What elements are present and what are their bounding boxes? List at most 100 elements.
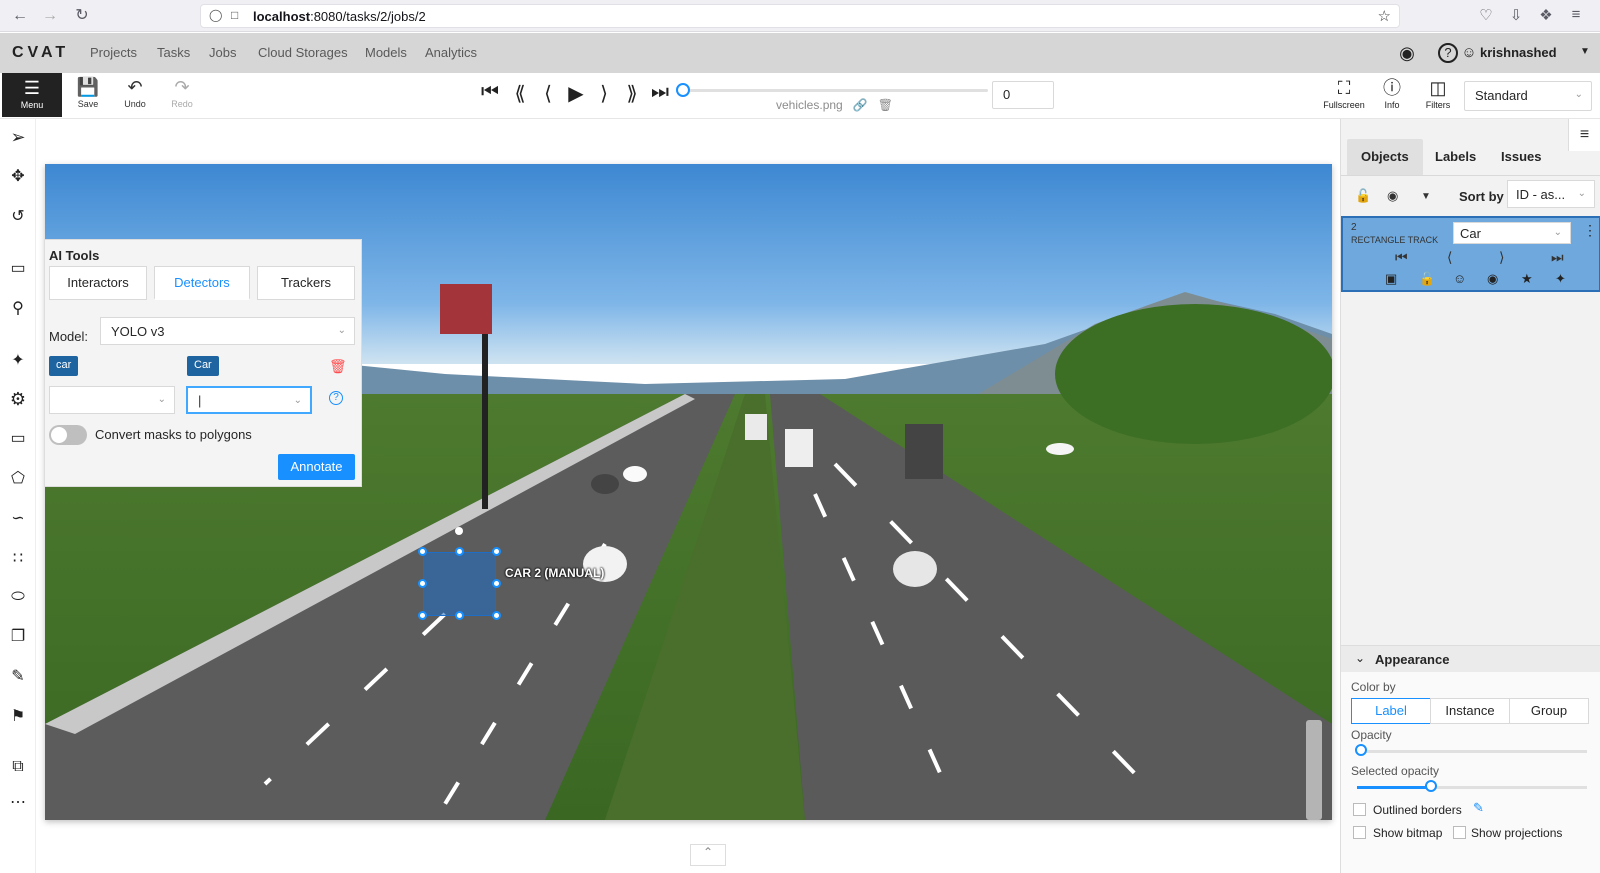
rectangle-icon[interactable]: ▭ xyxy=(6,427,30,451)
user-name[interactable]: krishnashed xyxy=(1480,45,1557,60)
tab-interactors[interactable]: Interactors xyxy=(49,266,147,300)
lock-all-icon[interactable]: 🔓 xyxy=(1355,188,1371,204)
pin-icon[interactable]: ✦ xyxy=(1555,271,1566,287)
bookmark-star-icon[interactable]: ☆ xyxy=(1378,7,1391,25)
first-keyframe-icon[interactable]: ⏮ xyxy=(1395,249,1408,266)
bbox-handle-t[interactable] xyxy=(455,547,464,556)
color-by-group-option[interactable]: Group xyxy=(1509,698,1589,724)
redo-button[interactable]: ↷ Redo xyxy=(162,75,202,115)
visibility-icon[interactable]: ◉ xyxy=(1487,271,1498,287)
first-frame-icon[interactable]: ⏮ xyxy=(476,81,504,104)
help-icon[interactable]: ? xyxy=(1438,43,1458,63)
more-icon[interactable]: ⋯ xyxy=(6,791,30,815)
tab-objects[interactable]: Objects xyxy=(1347,139,1423,175)
sort-select[interactable]: ID - as... ⌄ xyxy=(1507,180,1595,208)
cursor-icon[interactable]: ➢ xyxy=(6,125,30,149)
outlined-borders-checkbox[interactable] xyxy=(1353,803,1366,816)
nav-cloud-storages[interactable]: Cloud Storages xyxy=(258,45,348,60)
collapse-bottom-icon[interactable]: ⌃ xyxy=(690,844,726,866)
object-card[interactable]: 2 RECTANGLE TRACK Car ⌄ ⋮ ⏮ ⟨ ⟩ ⏭ ▣ 🔓 ☺ … xyxy=(1341,216,1600,292)
bbox-handle-br[interactable] xyxy=(492,611,501,620)
show-bitmap-checkbox[interactable] xyxy=(1353,826,1366,839)
user-dropdown-icon[interactable]: ▼ xyxy=(1580,46,1590,57)
last-frame-icon[interactable]: ⏭ xyxy=(646,81,674,104)
bbox-handle-l[interactable] xyxy=(418,579,427,588)
ellipse-icon[interactable]: ⬭ xyxy=(6,585,30,609)
caret-down-icon[interactable]: ▼ xyxy=(1421,191,1431,202)
collapse-sidebar-icon[interactable]: ≡ xyxy=(1568,119,1600,151)
ai-tools-icon[interactable]: ⚙ xyxy=(6,387,30,411)
filters-button[interactable]: ◫ Filters xyxy=(1416,76,1460,110)
previous-frame-icon[interactable]: ⟨ xyxy=(534,81,562,106)
frame-number-input[interactable]: 0 xyxy=(992,81,1054,109)
last-keyframe-icon[interactable]: ⏭ xyxy=(1551,249,1564,266)
polyline-icon[interactable]: ∽ xyxy=(6,507,30,531)
copy-link-icon[interactable]: 🔗 xyxy=(853,98,868,112)
page-info-icon[interactable]: □ xyxy=(231,8,238,22)
polygon-icon[interactable]: ⬠ xyxy=(6,467,30,491)
color-by-label-option[interactable]: Label xyxy=(1351,698,1431,724)
frame-slider-handle[interactable] xyxy=(676,83,690,97)
undo-button[interactable]: ↶ Undo xyxy=(115,75,155,115)
canvas-scroll-indicator[interactable] xyxy=(1306,720,1322,820)
brush-icon[interactable]: ✎ xyxy=(6,665,30,689)
tag-icon[interactable]: ⚑ xyxy=(6,705,30,729)
trash-icon[interactable]: 🗑 xyxy=(329,358,347,375)
object-label-select[interactable]: Car ⌄ xyxy=(1453,222,1571,244)
more-vertical-icon[interactable]: ⋮ xyxy=(1583,222,1597,239)
nav-tasks[interactable]: Tasks xyxy=(157,45,190,60)
magic-wand-icon[interactable]: ✦ xyxy=(6,349,30,373)
forward-icon[interactable]: → xyxy=(40,6,60,26)
info-button[interactable]: ⓘ Info xyxy=(1370,76,1414,110)
download-icon[interactable]: ⇩ xyxy=(1506,6,1526,24)
fast-backward-icon[interactable]: ⟪ xyxy=(506,81,534,106)
opacity-slider-track[interactable] xyxy=(1357,750,1587,753)
nav-models[interactable]: Models xyxy=(365,45,407,60)
cvat-logo[interactable]: CVAT xyxy=(12,44,69,62)
tab-trackers[interactable]: Trackers xyxy=(257,266,355,300)
frame-slider-track[interactable] xyxy=(683,89,988,92)
question-icon[interactable]: ? xyxy=(329,391,343,405)
tab-issues[interactable]: Issues xyxy=(1487,139,1555,175)
address-bar[interactable]: ◯ □ localhost:8080/tasks/2/jobs/2 ☆ xyxy=(200,4,1400,28)
tab-labels[interactable]: Labels xyxy=(1421,139,1490,175)
rotate-icon[interactable]: ↺ xyxy=(6,205,30,229)
extensions-icon[interactable]: ❖ xyxy=(1536,6,1556,24)
eye-all-icon[interactable]: ◉ xyxy=(1387,188,1398,204)
github-icon[interactable]: ◉ xyxy=(1396,42,1418,64)
fullscreen-button[interactable]: ⛶ Fullscreen xyxy=(1322,76,1366,110)
bbox-handle-tr[interactable] xyxy=(492,547,501,556)
rotation-handle[interactable] xyxy=(455,527,463,535)
annotate-button[interactable]: Annotate xyxy=(278,454,355,480)
nav-jobs[interactable]: Jobs xyxy=(209,45,236,60)
play-icon[interactable]: ▶ xyxy=(562,81,590,106)
bbox-handle-b[interactable] xyxy=(455,611,464,620)
opacity-slider-knob[interactable] xyxy=(1355,744,1367,756)
convert-masks-toggle[interactable] xyxy=(49,425,87,445)
merge-icon[interactable]: ⧉ xyxy=(6,755,30,779)
show-projections-checkbox[interactable] xyxy=(1453,826,1466,839)
cuboid-icon[interactable]: ❐ xyxy=(6,625,30,649)
bbox-handle-r[interactable] xyxy=(492,579,501,588)
workspace-select[interactable]: Standard ⌄ xyxy=(1464,81,1592,111)
next-frame-icon[interactable]: ⟩ xyxy=(590,81,618,106)
lock-icon[interactable]: 🔓 xyxy=(1419,271,1435,287)
color-picker-icon[interactable]: ✎ xyxy=(1473,800,1484,816)
browser-menu-icon[interactable]: ≡ xyxy=(1566,6,1586,23)
outside-icon[interactable]: ▣ xyxy=(1385,271,1397,287)
nav-projects[interactable]: Projects xyxy=(90,45,137,60)
model-select[interactable]: YOLO v3 ⌄ xyxy=(100,317,355,345)
appearance-header[interactable]: ⌄ Appearance xyxy=(1341,646,1600,672)
pocket-icon[interactable]: ♡ xyxy=(1476,6,1496,24)
selected-opacity-knob[interactable] xyxy=(1425,780,1437,792)
occluded-icon[interactable]: ☺ xyxy=(1453,271,1466,286)
reload-icon[interactable]: ↻ xyxy=(72,6,92,26)
car-bounding-box[interactable] xyxy=(423,552,496,616)
keyframe-star-icon[interactable]: ★ xyxy=(1521,271,1533,287)
points-icon[interactable]: ∷ xyxy=(6,547,30,571)
next-keyframe-icon[interactable]: ⟩ xyxy=(1499,249,1504,266)
color-by-instance-option[interactable]: Instance xyxy=(1430,698,1510,724)
back-icon[interactable]: ← xyxy=(10,6,30,26)
move-icon[interactable]: ✥ xyxy=(6,165,30,189)
bbox-handle-tl[interactable] xyxy=(418,547,427,556)
